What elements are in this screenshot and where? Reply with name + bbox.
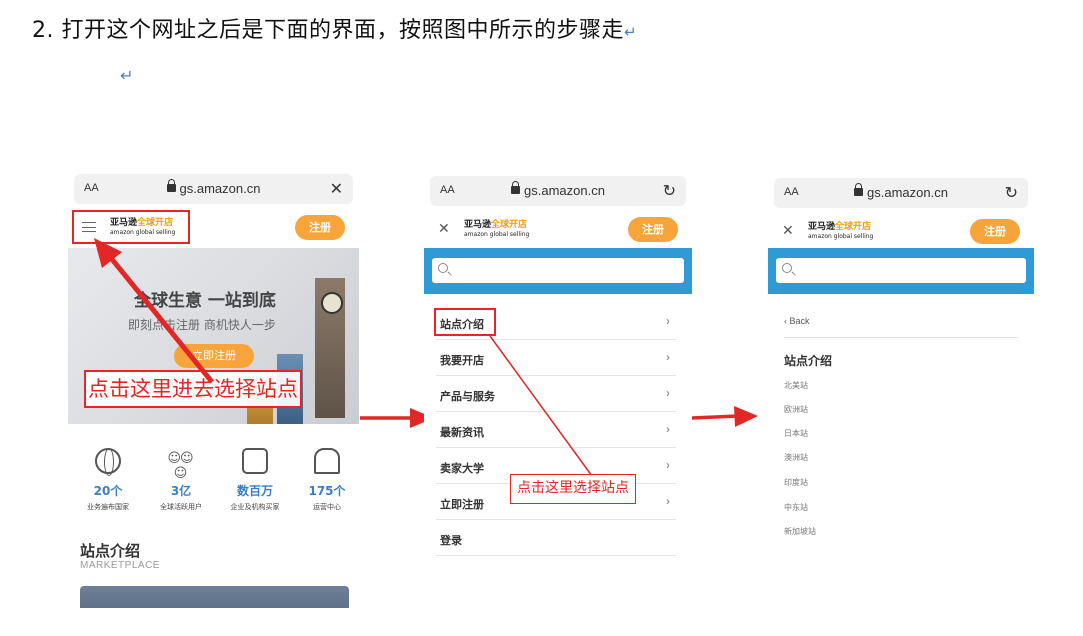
register-button[interactable]: 注册 <box>970 219 1020 244</box>
menu-item-label: 最新资讯 <box>440 426 484 439</box>
phone-screenshot-marketplace: AA gs.amazon.cn ↻ ✕ 亚马逊全球开店 amazon globa… <box>768 172 1034 550</box>
close-menu-icon[interactable]: ✕ <box>782 223 794 239</box>
chevron-right-icon: › <box>666 422 670 436</box>
search-band <box>424 248 692 294</box>
chevron-right-icon: › <box>666 314 670 328</box>
back-label: ‹ Back <box>784 316 810 326</box>
marketplace-subtitle: MARKETPLACE <box>80 560 160 571</box>
url-text: gs.amazon.cn <box>867 185 948 200</box>
menu-item-label: 登录 <box>440 534 462 547</box>
heading-text: 2. 打开这个网址之后是下面的界面，按照图中所示的步骤走 <box>32 18 624 43</box>
menu-item-label: 产品与服务 <box>440 390 495 403</box>
stats-row: 20个 业务遍布国家 3亿 全球活跃用户 数百万 企业及机构买家 175个 运营… <box>74 448 353 528</box>
menu-item-label: 我要开店 <box>440 354 484 367</box>
reload-icon[interactable]: ↻ <box>663 181 676 201</box>
menu-item-label: 立即注册 <box>440 498 484 511</box>
next-step-arrow <box>692 406 758 427</box>
chevron-right-icon: › <box>666 458 670 472</box>
logo-accent: 全球开店 <box>491 220 528 230</box>
marketplace-title: 站点介绍 <box>784 354 833 368</box>
search-icon <box>782 263 792 273</box>
site-item-singapore[interactable]: 新加坡站 <box>784 526 816 537</box>
stat-label: 全球活跃用户 <box>160 503 202 511</box>
return-mark: ↵ <box>624 23 638 41</box>
amazon-global-selling-logo[interactable]: 亚马逊全球开店 amazon global selling <box>464 221 529 239</box>
site-item-middle-east[interactable]: 中东站 <box>784 502 808 513</box>
browser-url-bar[interactable]: AA gs.amazon.cn ↻ <box>430 176 686 206</box>
menu-item-login[interactable]: 登录 <box>436 520 676 556</box>
register-button[interactable]: 注册 <box>628 217 678 242</box>
lock-icon <box>166 179 176 192</box>
stat-fulfillment-centers: 175个 运营中心 <box>292 448 359 512</box>
close-menu-icon[interactable]: ✕ <box>438 221 450 237</box>
stat-value: 数百万 <box>236 484 273 498</box>
pointer-line <box>489 335 593 477</box>
url-text: gs.amazon.cn <box>524 183 605 198</box>
warehouse-icon <box>314 448 340 474</box>
menu-item-label: 卖家大学 <box>440 462 484 475</box>
logo-subtext: amazon global selling <box>464 231 530 238</box>
stat-value: 175个 <box>308 484 346 498</box>
stat-business-buyers: 数百万 企业及机构买家 <box>220 448 290 512</box>
stat-value: 20个 <box>93 484 123 498</box>
stat-label: 运营中心 <box>313 503 341 511</box>
lock-icon <box>854 183 864 196</box>
stat-value: 3亿 <box>170 484 192 498</box>
chevron-right-icon: › <box>666 494 670 508</box>
stat-users: 3亿 全球活跃用户 <box>146 448 216 512</box>
stat-label: 业务遍布国家 <box>87 503 129 511</box>
chevron-right-icon: › <box>666 386 670 400</box>
site-nav: ✕ 亚马逊全球开店 amazon global selling 注册 <box>424 212 692 248</box>
logo-accent: 全球开店 <box>835 222 872 232</box>
amazon-global-selling-logo[interactable]: 亚马逊全球开店 amazon global selling <box>808 223 873 241</box>
lock-icon <box>511 181 521 194</box>
site-item-japan[interactable]: 日本站 <box>784 428 808 439</box>
site-item-india[interactable]: 印度站 <box>784 477 808 488</box>
world-map-image <box>80 586 349 608</box>
url-text: gs.amazon.cn <box>179 181 261 196</box>
building-icon <box>242 448 268 474</box>
people-icon <box>166 448 194 481</box>
stat-label: 企业及机构买家 <box>230 503 280 511</box>
site-item-australia[interactable]: 澳洲站 <box>784 452 808 463</box>
site-item-europe[interactable]: 欧洲站 <box>784 404 808 415</box>
site-item-north-america[interactable]: 北美站 <box>784 380 808 391</box>
clock-tower-illustration <box>315 278 345 418</box>
document-heading: 2. 打开这个网址之后是下面的界面，按照图中所示的步骤走↵ <box>32 12 637 44</box>
logo-text: 亚马逊 <box>464 220 492 230</box>
register-button[interactable]: 注册 <box>295 215 345 240</box>
marketplace-title: 站点介绍 <box>80 542 141 560</box>
browser-url-bar[interactable]: AA gs.amazon.cn ✕ <box>74 174 353 204</box>
search-input[interactable] <box>776 258 1026 283</box>
search-input[interactable] <box>432 258 684 283</box>
stat-countries: 20个 业务遍布国家 <box>73 448 143 512</box>
globe-icon <box>95 448 121 476</box>
reload-icon[interactable]: ↻ <box>1005 183 1018 203</box>
search-icon <box>438 263 448 273</box>
search-band <box>768 248 1034 294</box>
return-mark: ↵ <box>120 66 134 85</box>
chevron-right-icon: › <box>666 350 670 364</box>
browser-url-bar[interactable]: AA gs.amazon.cn ↻ <box>774 178 1028 208</box>
logo-text: 亚马逊 <box>808 222 836 232</box>
highlight-marketplace-box <box>434 308 496 336</box>
pointer-arrow <box>94 238 214 384</box>
close-icon[interactable]: ✕ <box>330 179 343 199</box>
logo-subtext: amazon global selling <box>808 233 874 240</box>
annotation-label: 点击这里选择站点 <box>510 474 636 504</box>
back-link[interactable]: ‹ Back <box>784 316 1018 338</box>
site-nav: ✕ 亚马逊全球开店 amazon global selling 注册 <box>768 214 1034 250</box>
